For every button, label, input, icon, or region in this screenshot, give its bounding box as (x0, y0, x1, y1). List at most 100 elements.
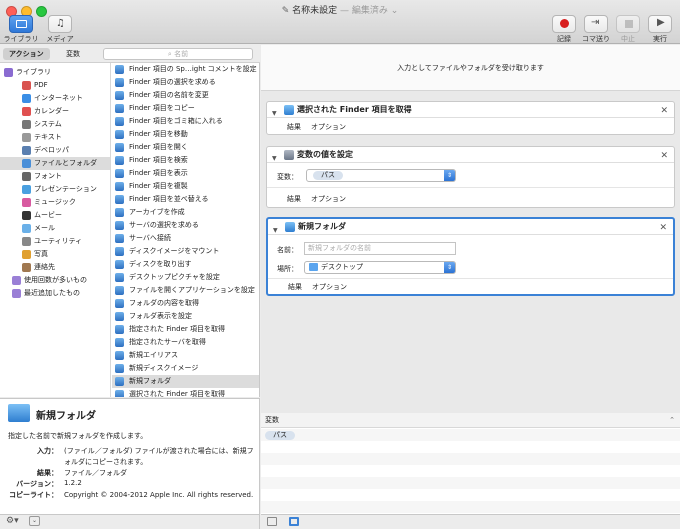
flow-view-icon[interactable] (289, 517, 299, 526)
action-item[interactable]: サーバの選択を求める (112, 219, 259, 232)
action-item[interactable]: 選択された Finder 項目を取得 (112, 388, 259, 397)
category-item[interactable]: デベロッパ (0, 144, 110, 157)
record-button[interactable] (552, 15, 576, 33)
category-item[interactable]: フォント (0, 170, 110, 183)
action-item[interactable]: デスクトップピクチャを設定 (112, 271, 259, 284)
collapse-description-icon[interactable]: ⌄ (29, 516, 40, 526)
category-item[interactable]: ムービー (0, 209, 110, 222)
category-item[interactable]: メール (0, 222, 110, 235)
action-item[interactable]: Finder 項目を表示 (112, 167, 259, 180)
category-label: プレゼンテーション (34, 185, 97, 193)
run-button[interactable]: ▶ (648, 15, 672, 33)
category-label: 連絡先 (34, 263, 55, 271)
category-item[interactable]: ファイルとフォルダ (0, 157, 110, 170)
action-item[interactable]: Finder 項目を移動 (112, 128, 259, 141)
action-item[interactable]: Finder 項目を複製 (112, 180, 259, 193)
action-card-get-selected-items[interactable]: ▼ 選択された Finder 項目を取得 ✕ 結果 オプション (266, 101, 675, 135)
action-item[interactable]: サーバへ接続 (112, 232, 259, 245)
action-list: Finder 項目の Sp…ight コメントを設定 Finder 項目の選択を求… (112, 63, 259, 397)
action-item[interactable]: ファイルを開くアプリケーションを設定 (112, 284, 259, 297)
category-label: ファイルとフォルダ (34, 159, 97, 167)
action-item[interactable]: Finder 項目の名前を変更 (112, 89, 259, 102)
action-label: 新規エイリアス (129, 351, 178, 359)
action-item[interactable]: Finder 項目を検索 (112, 154, 259, 167)
action-item[interactable]: ディスクイメージをマウント (112, 245, 259, 258)
library-button[interactable] (9, 15, 33, 33)
results-toggle[interactable]: 結果 (287, 195, 301, 203)
gear-menu-icon[interactable]: ⚙▾ (6, 516, 19, 526)
category-label: ライブラリ (16, 68, 51, 76)
category-item[interactable]: 使用回数が多いもの (0, 274, 110, 287)
action-label: ファイルを開くアプリケーションを設定 (129, 286, 255, 294)
finder-icon (115, 182, 124, 191)
disclosure-triangle-icon[interactable]: ▼ (272, 151, 277, 167)
options-toggle[interactable]: オプション (311, 195, 346, 203)
finder-icon (115, 377, 124, 386)
action-item[interactable]: Finder 項目の Sp…ight コメントを設定 (112, 63, 259, 76)
action-item[interactable]: Finder 項目を並べ替える (112, 193, 259, 206)
category-label: 最近追加したもの (24, 289, 80, 297)
category-item[interactable]: システム (0, 118, 110, 131)
close-icon[interactable]: ✕ (660, 103, 668, 119)
category-item[interactable]: ユーティリティ (0, 235, 110, 248)
action-item[interactable]: アーカイブを作成 (112, 206, 259, 219)
action-item[interactable]: 新規エイリアス (112, 349, 259, 362)
action-label: Finder 項目の選択を求める (129, 78, 216, 86)
edit-status[interactable]: — 編集済み ⌄ (340, 6, 398, 16)
workflow-bottom-bar (261, 514, 680, 529)
finder-icon (115, 260, 124, 269)
category-item[interactable]: ライブラリ (0, 66, 110, 79)
action-item[interactable]: Finder 項目をコピー (112, 102, 259, 115)
version-value: 1.2.2 (64, 479, 82, 487)
category-item[interactable]: カレンダー (0, 105, 110, 118)
action-item[interactable]: ディスクを取り出す (112, 258, 259, 271)
category-item[interactable]: インターネット (0, 92, 110, 105)
location-select[interactable]: デスクトップ ⇕ (304, 261, 456, 274)
action-card-new-folder[interactable]: ▼ 新規フォルダ ✕ 名前： 新規フォルダの名前 場所： デスクトップ ⇕ 結果 オプシ… (266, 217, 675, 296)
run-label: 実行 (653, 35, 667, 43)
category-item[interactable]: テキスト (0, 131, 110, 144)
variable-token[interactable]: パス (265, 431, 295, 440)
action-item[interactable]: 新規フォルダ (112, 375, 259, 388)
action-item[interactable]: Finder 項目の選択を求める (112, 76, 259, 89)
category-item[interactable]: PDF (0, 79, 110, 92)
action-item[interactable]: Finder 項目をゴミ箱に入れる (112, 115, 259, 128)
action-item[interactable]: フォルダ表示を設定 (112, 310, 259, 323)
folder-name-field[interactable]: 新規フォルダの名前 (304, 242, 456, 255)
action-label: フォルダの内容を取得 (129, 299, 199, 307)
search-input[interactable]: ⌕ 名前 (103, 48, 253, 60)
action-item[interactable]: 指定されたサーバを取得 (112, 336, 259, 349)
options-toggle[interactable]: オプション (312, 283, 347, 291)
tab-variables[interactable]: 変数 (60, 48, 86, 60)
action-item[interactable]: 新規ディスクイメージ (112, 362, 259, 375)
results-toggle[interactable]: 結果 (288, 283, 302, 291)
action-item[interactable]: 指定された Finder 項目を取得 (112, 323, 259, 336)
category-item[interactable]: 連絡先 (0, 261, 110, 274)
category-item[interactable]: ミュージック (0, 196, 110, 209)
name-label: 名前： (277, 246, 298, 254)
action-card-set-variable[interactable]: ▼ 変数の値を設定 ✕ 変数： パス ⇕ 結果 オプション (266, 146, 675, 208)
category-item[interactable]: 最近追加したもの (0, 287, 110, 300)
disclosure-triangle-icon[interactable]: ▼ (273, 223, 278, 239)
action-item[interactable]: フォルダの内容を取得 (112, 297, 259, 310)
music-note-icon: ♫ (56, 18, 65, 29)
close-icon[interactable]: ✕ (659, 220, 667, 236)
step-button[interactable]: ⇥ (584, 15, 608, 33)
close-icon[interactable]: ✕ (660, 148, 668, 164)
category-item[interactable]: 写真 (0, 248, 110, 261)
stop-label: 中止 (621, 35, 635, 43)
tab-actions[interactable]: アクション (3, 48, 50, 60)
category-item[interactable]: プレゼンテーション (0, 183, 110, 196)
library-bottom-bar: ⚙▾ ⌄ (0, 514, 260, 529)
category-icon (22, 249, 31, 259)
collapse-icon[interactable]: ⌃ (669, 413, 675, 428)
options-toggle[interactable]: オプション (311, 123, 346, 131)
results-toggle[interactable]: 結果 (287, 123, 301, 131)
media-button[interactable]: ♫ (48, 15, 72, 33)
action-item[interactable]: Finder 項目を開く (112, 141, 259, 154)
list-view-icon[interactable] (267, 517, 277, 526)
record-label: 記録 (557, 35, 571, 43)
variable-icon (284, 150, 294, 160)
variable-select[interactable]: パス ⇕ (306, 169, 456, 182)
stop-button[interactable] (616, 15, 640, 33)
